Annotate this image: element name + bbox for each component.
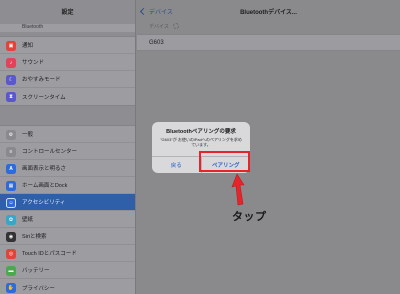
sidebar-item-label: ホーム画面とDock <box>22 183 68 189</box>
sidebar-group-2: ⚙ 一般 ≡ コントロールセンター A 画面表示と明るさ ▦ ホーム画面とDoc… <box>0 125 135 294</box>
tap-annotation: タップ <box>232 211 267 223</box>
sidebar-item-label: Siriと検索 <box>22 234 47 240</box>
section-label: デバイス <box>149 23 169 30</box>
arrow-up-icon <box>231 173 245 206</box>
settings-sidebar: 設定 Bluetooth ▣ 通知 ♪ サウンド ☾ おやすみモード ⧗ スクリ… <box>0 0 136 294</box>
page-title: Bluetoothデバイス... <box>240 10 297 16</box>
sidebar-item-label: プライバシー <box>22 285 55 292</box>
sidebar-title: 設定 <box>61 9 74 16</box>
battery-icon: ▬ <box>6 265 16 276</box>
sidebar-item-touch-id[interactable]: ◎ Touch IDとパスコード <box>0 245 135 262</box>
sidebar-item-label: おやすみモード <box>22 77 61 83</box>
home-screen-icon: ▦ <box>6 180 16 191</box>
sidebar-item-label: 通知 <box>22 43 34 49</box>
sidebar-item-label: コントロールセンター <box>22 149 78 155</box>
sidebar-item-screen-time[interactable]: ⧗ スクリーンタイム <box>0 88 135 105</box>
gear-icon: ⚙ <box>6 129 16 140</box>
control-center-icon: ≡ <box>6 146 16 157</box>
alert-title: Bluetoothペアリングの要求 <box>166 129 236 135</box>
sidebar-item-wallpaper[interactable]: ✿ 壁紙 <box>0 211 135 228</box>
display-icon: A <box>6 163 16 174</box>
tap-highlight-box <box>199 151 250 172</box>
cancel-button[interactable]: 戻る <box>152 157 202 173</box>
siri-icon: ◉ <box>6 231 16 242</box>
alert-message: "G603"が お使いのiPadへのペアリングを求めています。 <box>160 137 242 147</box>
sidebar-item-accessibility[interactable]: ☺ アクセシビリティ <box>0 194 135 211</box>
hourglass-icon: ⧗ <box>6 91 16 102</box>
sidebar-item-siri[interactable]: ◉ Siriと検索 <box>0 228 135 245</box>
accessibility-icon: ☺ <box>6 197 16 208</box>
sounds-icon: ♪ <box>6 57 16 68</box>
loading-spinner-icon <box>172 23 179 29</box>
sidebar-item-label: アクセシビリティ <box>22 200 66 206</box>
sidebar-item-label: スクリーンタイム <box>22 94 66 101</box>
moon-icon: ☾ <box>6 74 16 85</box>
sidebar-group-1: ▣ 通知 ♪ サウンド ☾ おやすみモード ⧗ スクリーンタイム <box>0 36 135 106</box>
wallpaper-icon: ✿ <box>6 214 16 225</box>
sidebar-item-control-center[interactable]: ≡ コントロールセンター <box>0 143 135 160</box>
sidebar-item-notifications[interactable]: ▣ 通知 <box>0 37 135 54</box>
section-header: デバイス <box>137 22 400 30</box>
sidebar-item-label: Touch IDとパスコード <box>22 251 77 257</box>
sidebar-item-label: 壁紙 <box>22 217 34 223</box>
notifications-icon: ▣ <box>6 40 16 51</box>
nav-bar: デバイス Bluetoothデバイス... <box>137 0 400 22</box>
sidebar-item-label: 画面表示と明るさ <box>22 166 67 172</box>
sidebar-item-sounds[interactable]: ♪ サウンド <box>0 54 135 71</box>
sidebar-item-battery[interactable]: ▬ バッテリー <box>0 262 135 279</box>
sidebar-item-display[interactable]: A 画面表示と明るさ <box>0 160 135 177</box>
sidebar-item-home-screen[interactable]: ▦ ホーム画面とDock <box>0 177 135 194</box>
fingerprint-icon: ◎ <box>6 248 16 259</box>
sidebar-item-label: サウンド <box>22 60 45 66</box>
sidebar-item-general[interactable]: ⚙ 一般 <box>0 126 135 143</box>
sidebar-item-privacy[interactable]: ✋ プライバシー <box>0 279 135 294</box>
device-row[interactable]: G603 <box>137 34 400 51</box>
sidebar-item-label: 一般 <box>22 132 34 138</box>
device-name: G603 <box>149 39 164 46</box>
hand-icon: ✋ <box>6 282 16 293</box>
sidebar-item-bluetooth[interactable]: Bluetooth <box>0 24 135 32</box>
sidebar-item-do-not-disturb[interactable]: ☾ おやすみモード <box>0 71 135 88</box>
sidebar-item-label: バッテリー <box>22 268 50 274</box>
